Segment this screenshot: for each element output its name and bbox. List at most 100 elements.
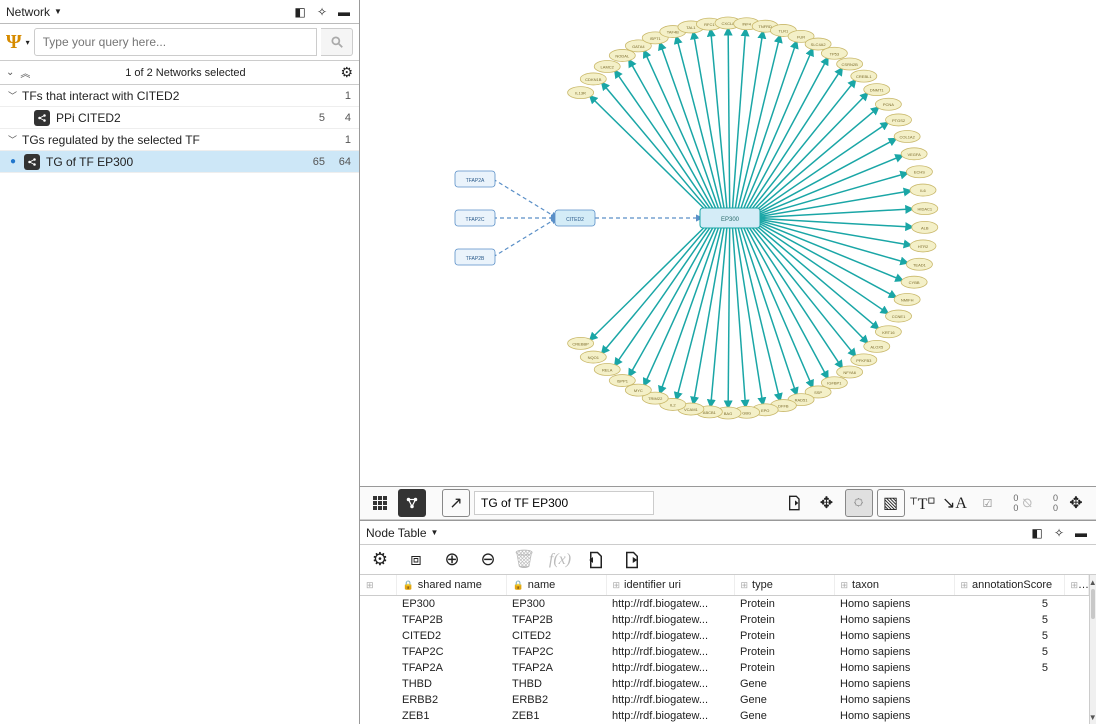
column-header[interactable]: ⊞type: [734, 575, 834, 596]
svg-text:HIDAC1: HIDAC1: [917, 207, 932, 212]
svg-text:DFFB: DFFB: [778, 404, 789, 409]
table-row[interactable]: ERBB2ERBB2http://rdf.biogatew...GeneHomo…: [360, 692, 1088, 708]
svg-text:KRT16: KRT16: [882, 330, 895, 335]
svg-text:BAG: BAG: [724, 411, 732, 416]
svg-text:TP53: TP53: [830, 51, 840, 56]
column-header[interactable]: ⊞annotationScore: [954, 575, 1064, 596]
svg-text:GATA4: GATA4: [632, 44, 645, 49]
svg-text:CDKN1B: CDKN1B: [585, 77, 602, 82]
pin-icon[interactable]: ✧: [1050, 524, 1068, 542]
tree-count: 5: [299, 112, 325, 124]
svg-text:TRIM22: TRIM22: [648, 396, 663, 401]
svg-text:INF4: INF4: [742, 22, 751, 27]
stats-a: 00: [996, 493, 1018, 513]
search-dropdown-icon[interactable]: ▾: [26, 38, 30, 47]
network-icon: [24, 154, 40, 170]
svg-text:NODAL: NODAL: [615, 53, 630, 58]
table-scrollbar[interactable]: ▲ ▼: [1089, 575, 1096, 724]
tree-label: TFs that interact with CITED2: [22, 89, 299, 103]
delete-icon: 🗑: [510, 546, 538, 574]
svg-text:GBG: GBG: [742, 410, 751, 415]
gear-icon[interactable]: ⚙: [340, 64, 353, 81]
grid-view-icon[interactable]: [366, 489, 394, 517]
minimize-icon[interactable]: ▬: [335, 3, 353, 21]
svg-text:IGFBP1: IGFBP1: [827, 381, 842, 386]
network-canvas[interactable]: IL13RCDKN1BLAMC2NODALGATA4ISPT1TAF4BTAL1…: [360, 0, 1096, 486]
tree-group[interactable]: ﹀TGs regulated by the selected TF1: [0, 129, 359, 151]
expand-all-icon[interactable]: ︽: [20, 65, 30, 80]
network-status-bar: ⌄ ︽ 1 of 2 Networks selected ⚙: [0, 61, 359, 85]
svg-text:COL1A2: COL1A2: [899, 134, 915, 139]
svg-text:TAF4B: TAF4B: [667, 30, 679, 35]
column-header[interactable]: ⊞identifier uri: [606, 575, 734, 596]
chevron-down-icon: ﹀: [8, 89, 22, 102]
scroll-thumb[interactable]: [1091, 589, 1096, 619]
import-table-icon[interactable]: [582, 546, 610, 574]
scroll-up-icon[interactable]: ▲: [1090, 575, 1096, 589]
pin-icon[interactable]: ✧: [313, 3, 331, 21]
dropdown-icon[interactable]: ▼: [431, 528, 439, 537]
svg-text:TEAD1: TEAD1: [913, 262, 927, 267]
table-row[interactable]: EP300EP300http://rdf.biogatew...ProteinH…: [360, 596, 1088, 613]
table-row[interactable]: TFAP2CTFAP2Chttp://rdf.biogatew...Protei…: [360, 644, 1088, 660]
table-row[interactable]: CITED2CITED2http://rdf.biogatew...Protei…: [360, 628, 1088, 644]
psi-logo-icon: Ψ: [6, 31, 22, 54]
network-icon: [34, 110, 50, 126]
minimize-icon[interactable]: ▬: [1072, 524, 1090, 542]
chevron-down-icon: ﹀: [8, 133, 22, 146]
network-view-icon[interactable]: [398, 489, 426, 517]
search-input[interactable]: [34, 28, 317, 56]
detach-view-icon[interactable]: ↗: [442, 489, 470, 517]
export-table-icon[interactable]: [618, 546, 646, 574]
add-column-icon[interactable]: ⊕: [438, 546, 466, 574]
row-handle-col[interactable]: ⊞: [360, 575, 396, 596]
table-row[interactable]: TFAP2ATFAP2Ahttp://rdf.biogatew...Protei…: [360, 660, 1088, 676]
table-row[interactable]: THBDTHBDhttp://rdf.biogatew...GeneHomo s…: [360, 676, 1088, 692]
tree-group[interactable]: ﹀TFs that interact with CITED21: [0, 85, 359, 107]
export-icon[interactable]: [781, 489, 809, 517]
selected-bullet-icon: ●: [10, 156, 24, 167]
gear-icon[interactable]: ⚙: [366, 546, 394, 574]
dock-icon[interactable]: ◧: [1028, 524, 1046, 542]
dropdown-icon[interactable]: ▼: [54, 7, 62, 16]
svg-text:ECHS: ECHS: [914, 170, 925, 175]
svg-text:NQO1: NQO1: [588, 355, 600, 360]
column-header[interactable]: 🔒name: [506, 575, 606, 596]
checkbox-a-icon[interactable]: ☑: [983, 497, 993, 510]
search-button[interactable]: [321, 28, 353, 56]
tree-network-item[interactable]: PPi CITED254: [0, 107, 359, 129]
tree-network-item[interactable]: ●TG of TF EP3006564: [0, 151, 359, 173]
select-mode-2-icon[interactable]: ▧: [877, 489, 905, 517]
annotation-icon[interactable]: ↘A: [941, 489, 969, 517]
svg-text:PFKFB3: PFKFB3: [856, 358, 872, 363]
fit-icon[interactable]: ✥: [813, 489, 841, 517]
select-mode-1-icon[interactable]: ◌: [845, 489, 873, 517]
svg-text:RELA: RELA: [602, 368, 613, 373]
extra-col[interactable]: ⊞: [1064, 575, 1088, 596]
right-panel: IL13RCDKN1BLAMC2NODALGATA4ISPT1TAF4BTAL1…: [360, 0, 1096, 724]
node-table[interactable]: ⊞🔒shared name🔒name⊞identifier uri⊞type⊞t…: [360, 575, 1089, 724]
network-panel: Network ▼ ◧ ✧ ▬ Ψ ▾ ⌄ ︽ 1 of 2 Networks …: [0, 0, 360, 724]
svg-text:TFAP2A: TFAP2A: [466, 178, 485, 184]
hidden-icon[interactable]: ⦰: [1022, 496, 1032, 511]
remove-column-icon[interactable]: ⊖: [474, 546, 502, 574]
table-row[interactable]: TFAP2BTFAP2Bhttp://rdf.biogatew...Protei…: [360, 612, 1088, 628]
collapse-all-icon[interactable]: ⌄: [6, 67, 14, 78]
network-name-field[interactable]: [474, 491, 654, 515]
svg-text:CXCL8: CXCL8: [722, 21, 736, 26]
svg-text:ISPP1: ISPP1: [617, 379, 629, 384]
scroll-down-icon[interactable]: ▼: [1090, 710, 1096, 724]
table-row[interactable]: ZEB1ZEB1http://rdf.biogatew...GeneHomo s…: [360, 708, 1088, 724]
dock-icon[interactable]: ◧: [291, 3, 309, 21]
svg-text:CREBBP: CREBBP: [572, 341, 589, 346]
columns-icon[interactable]: ⧈: [402, 546, 430, 574]
function-icon: f(x): [546, 546, 574, 574]
column-header[interactable]: 🔒shared name: [396, 575, 506, 596]
pan-icon[interactable]: ✥: [1062, 489, 1090, 517]
text-select-icon[interactable]: ⸆T⸋: [909, 489, 937, 517]
tree-label: PPi CITED2: [56, 111, 299, 125]
svg-text:CYBB: CYBB: [909, 280, 920, 285]
svg-text:TAL1: TAL1: [686, 25, 696, 30]
column-header[interactable]: ⊞taxon: [834, 575, 954, 596]
svg-text:NFYA6: NFYA6: [843, 370, 856, 375]
